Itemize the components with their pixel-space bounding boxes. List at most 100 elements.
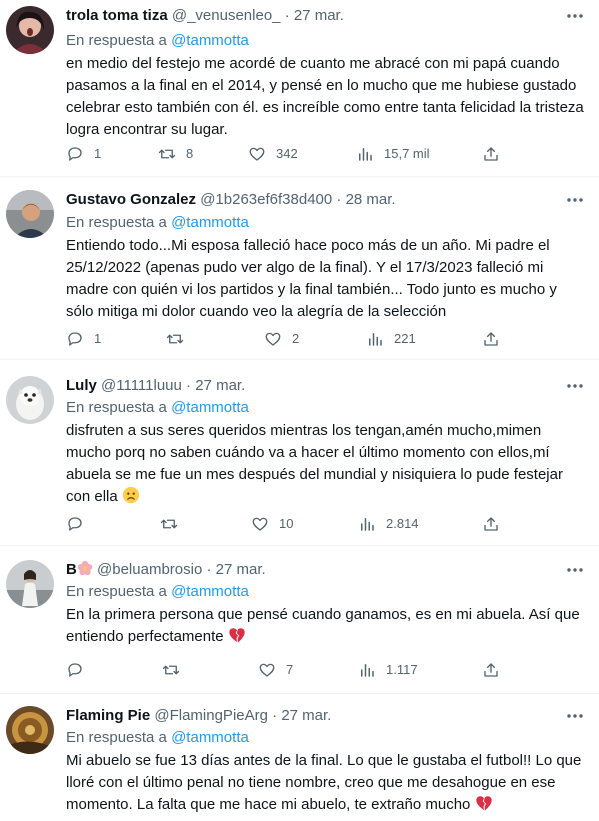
broken-heart-emoji [475, 794, 493, 819]
user-handle[interactable]: @FlamingPieArg [154, 707, 268, 724]
tweet[interactable]: trola toma tiza @_venusenleo_ · 27 mar. … [0, 0, 599, 177]
views-button[interactable]: 221 [366, 329, 416, 349]
tweet-text-container: disfruten a sus seres queridos mientras … [66, 420, 588, 511]
share-icon [482, 145, 500, 163]
retweet-button[interactable] [162, 660, 190, 680]
reply-icon [66, 330, 84, 348]
retweet-icon [158, 145, 176, 163]
separator: · [272, 707, 278, 724]
views-button[interactable]: 2.814 [358, 514, 419, 534]
tweet-actions: 10 2.814 [66, 514, 526, 534]
tweet-text: disfruten a sus seres queridos mientras … [66, 422, 563, 505]
display-name[interactable]: B [66, 561, 77, 578]
reply-mention-link[interactable]: @tammotta [171, 214, 249, 231]
tweet-date[interactable]: 28 mar. [346, 191, 396, 208]
reply-context: En respuesta a @tammotta [66, 582, 249, 602]
display-name[interactable]: trola toma tiza [66, 7, 168, 24]
share-icon [482, 515, 500, 533]
tweet-date[interactable]: 27 mar. [281, 707, 331, 724]
share-button[interactable] [482, 329, 500, 349]
retweet-icon [166, 330, 184, 348]
heart-icon [251, 515, 269, 533]
reply-count: 1 [94, 146, 102, 161]
tweet-date[interactable]: 27 mar. [216, 561, 266, 578]
views-button[interactable]: 1.117 [358, 660, 418, 680]
more-horizontal-icon[interactable] [565, 6, 585, 26]
reply-button[interactable] [66, 514, 94, 534]
share-button[interactable] [482, 514, 500, 534]
tweet-text-container: En la primera persona que pensé cuando g… [66, 604, 588, 651]
like-button[interactable]: 2 [264, 329, 299, 349]
reply-icon [66, 515, 84, 533]
reply-button[interactable]: 1 [66, 329, 101, 349]
heart-icon [258, 661, 276, 679]
tweet-text: En la primera persona que pensé cuando g… [66, 606, 580, 645]
retweet-button[interactable] [166, 329, 194, 349]
reply-mention-link[interactable]: @tammotta [171, 729, 249, 746]
like-count: 2 [292, 331, 300, 346]
share-icon [482, 330, 500, 348]
heart-icon [248, 145, 266, 163]
separator: · [336, 191, 342, 208]
tweet[interactable]: B @beluambrosio · 27 mar. En respuesta a… [0, 546, 599, 694]
display-name[interactable]: Flaming Pie [66, 707, 150, 724]
tweet-date[interactable]: 27 mar. [294, 7, 344, 24]
tweet[interactable]: Luly @11111luuu · 27 mar. En respuesta a… [0, 360, 599, 546]
sad-face-emoji [122, 486, 140, 511]
reply-prefix: En respuesta a [66, 214, 167, 231]
retweet-button[interactable]: 8 [158, 144, 193, 164]
share-button[interactable] [482, 144, 500, 164]
reply-prefix: En respuesta a [66, 399, 167, 416]
views-count: 221 [394, 331, 416, 346]
separator: · [186, 377, 192, 394]
avatar[interactable] [6, 6, 54, 54]
reply-context: En respuesta a @tammotta [66, 213, 249, 233]
reply-mention-link[interactable]: @tammotta [171, 399, 249, 416]
like-button[interactable]: 7 [258, 660, 293, 680]
retweet-count: 8 [186, 146, 194, 161]
avatar[interactable] [6, 376, 54, 424]
reply-button[interactable] [66, 660, 94, 680]
reply-context: En respuesta a @tammotta [66, 728, 249, 748]
separator: · [206, 561, 212, 578]
display-name[interactable]: Luly [66, 377, 97, 394]
user-handle[interactable]: @_venusenleo_ [172, 7, 281, 24]
tweet-header: trola toma tiza @_venusenleo_ · 27 mar. [66, 6, 559, 26]
more-horizontal-icon[interactable] [565, 190, 585, 210]
more-horizontal-icon[interactable] [565, 706, 585, 726]
tweet-text-container: Mi abuelo se fue 13 días antes de la fin… [66, 750, 588, 819]
retweet-button[interactable] [160, 514, 188, 534]
share-button[interactable] [482, 660, 500, 680]
user-handle[interactable]: @1b263ef6f38d400 [200, 191, 332, 208]
views-chart-icon [366, 330, 384, 348]
display-name[interactable]: Gustavo Gonzalez [66, 191, 196, 208]
more-horizontal-icon[interactable] [565, 376, 585, 396]
reply-button[interactable]: 1 [66, 144, 101, 164]
reply-context: En respuesta a @tammotta [66, 31, 249, 51]
tweet-actions: 1 8 342 15,7 mil [66, 144, 526, 164]
user-handle[interactable]: @beluambrosio [97, 561, 202, 578]
views-button[interactable]: 15,7 mil [356, 144, 430, 164]
views-count: 15,7 mil [384, 146, 430, 161]
reply-count: 1 [94, 331, 102, 346]
reply-mention-link[interactable]: @tammotta [171, 32, 249, 49]
avatar[interactable] [6, 190, 54, 238]
retweet-icon [162, 661, 180, 679]
tweet[interactable]: Flaming Pie @FlamingPieArg · 27 mar. En … [0, 694, 599, 821]
tweet-actions: 1 2 221 [66, 329, 526, 349]
tweet-date[interactable]: 27 mar. [195, 377, 245, 394]
avatar[interactable] [6, 560, 54, 608]
like-button[interactable]: 342 [248, 144, 298, 164]
retweet-icon [160, 515, 178, 533]
user-handle[interactable]: @11111luuu [101, 377, 182, 394]
tweet[interactable]: Gustavo Gonzalez @1b263ef6f38d400 · 28 m… [0, 177, 599, 360]
reply-prefix: En respuesta a [66, 32, 167, 49]
broken-heart-emoji [228, 626, 246, 651]
reply-mention-link[interactable]: @tammotta [171, 583, 249, 600]
more-horizontal-icon[interactable] [565, 560, 585, 580]
tweet-header: Flaming Pie @FlamingPieArg · 27 mar. [66, 706, 559, 726]
views-count: 1.117 [386, 662, 418, 677]
avatar[interactable] [6, 706, 54, 754]
like-button[interactable]: 10 [251, 514, 293, 534]
heart-icon [264, 330, 282, 348]
